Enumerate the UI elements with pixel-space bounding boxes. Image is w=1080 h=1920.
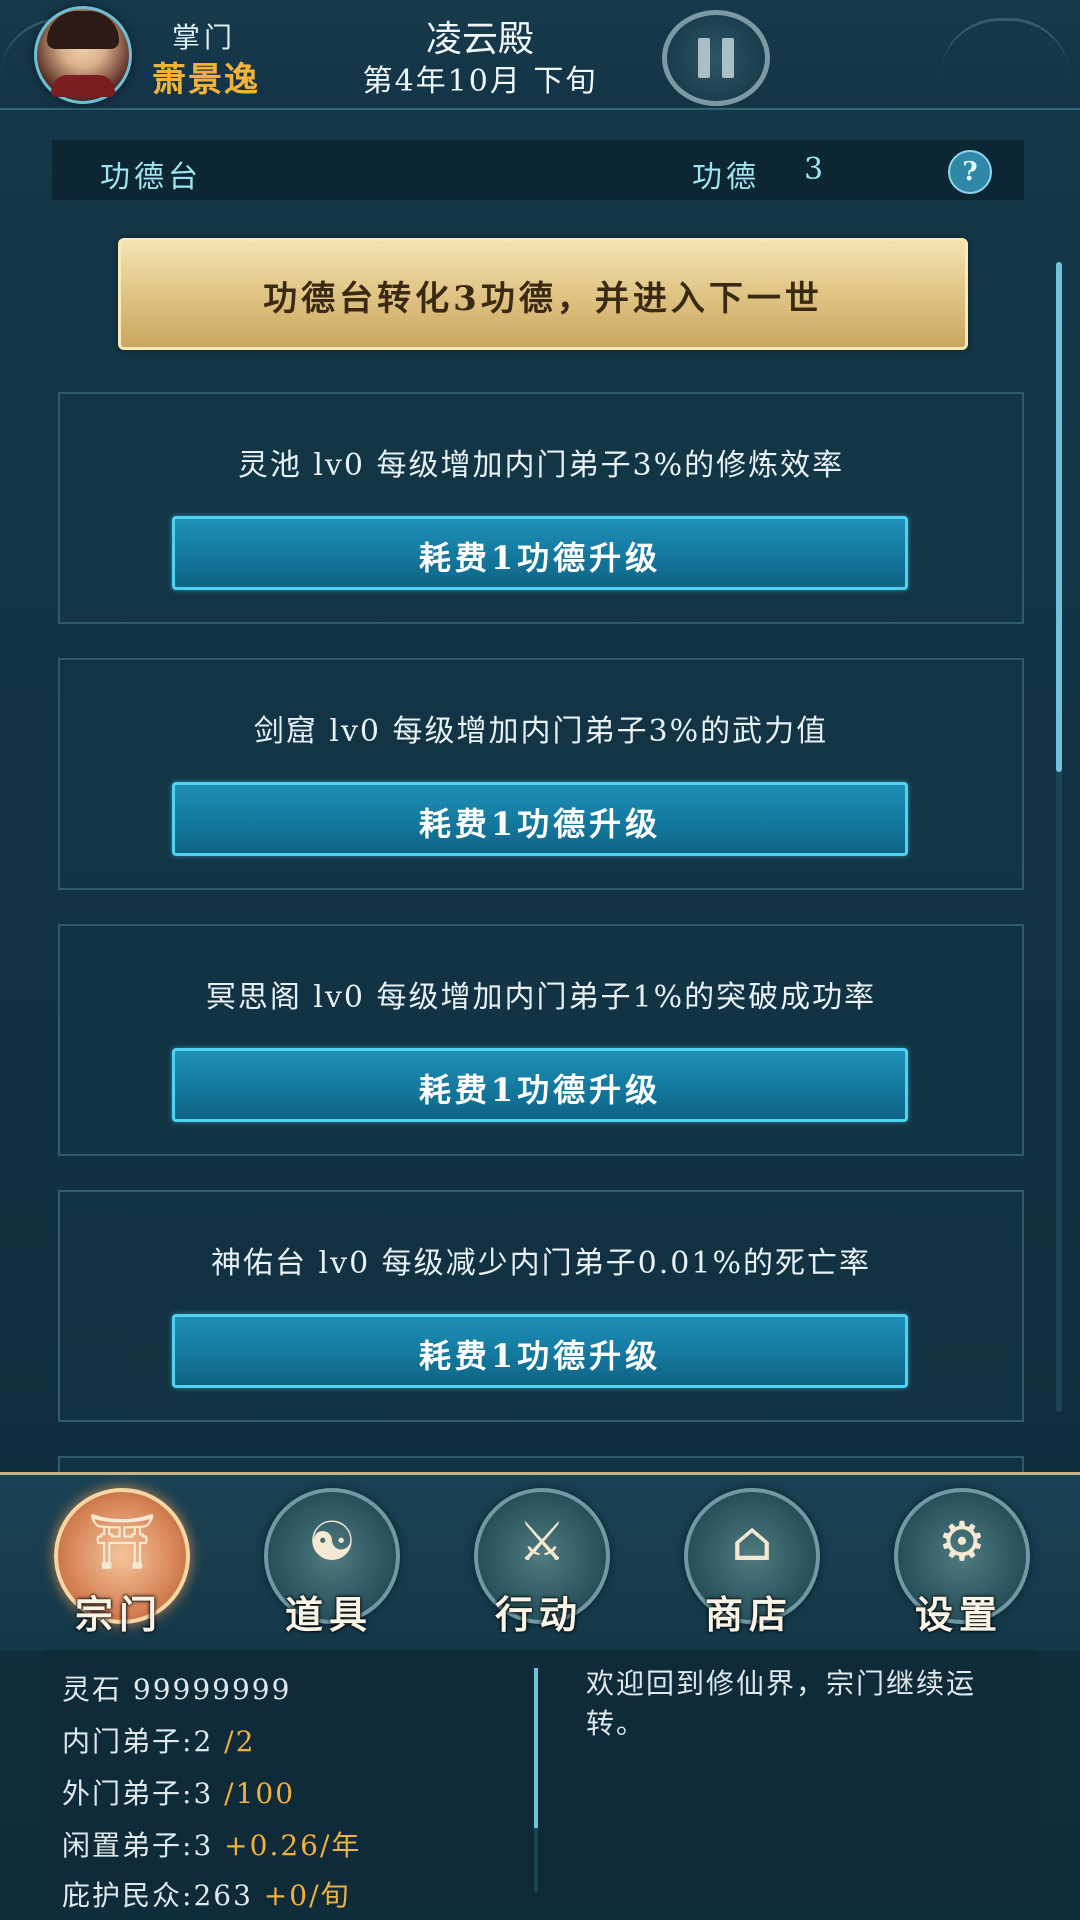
nav-settings[interactable]: ⚙ 设置 [884,1488,1034,1638]
building-card: 冥思阁 lv0 每级增加内门弟子1%的突破成功率 耗费1功德升级 [58,924,1024,1156]
upgrade-label: 耗费1功德升级 [418,1071,662,1109]
building-description: 剑窟 lv0 每级增加内门弟子3%的武力值 [253,714,829,749]
nav-actions-label: 行动 [494,1592,583,1637]
log-scrollbar[interactable] [534,1668,538,1828]
merit-value: 3 [804,152,824,187]
upgrade-label: 耗费1功德升级 [418,539,662,577]
building-description: 冥思阁 lv0 每级增加内门弟子1%的突破成功率 [205,980,877,1015]
help-icon[interactable]: ? [948,150,992,194]
merit-label: 功德 [692,160,760,195]
convert-merit-button[interactable]: 功德台转化3功德，并进入下一世 [118,238,968,350]
inner-disciples-stat: 内门弟子:2 /2 [62,1725,256,1758]
nav-items[interactable]: ☯ 道具 [254,1488,404,1638]
building-card: 剑窟 lv0 每级增加内门弟子3%的武力值 耗费1功德升级 [58,658,1024,890]
merit-header: 功德台 功德 3 ? [52,140,1024,200]
building-description: 神佑台 lv0 每级减少内门弟子0.01%的死亡率 [210,1246,871,1281]
status-panel: 灵石 99999999 内门弟子:2 /2 外门弟子:3 /100 闲置弟子:3… [40,1650,1040,1912]
top-bar: 掌门 萧景逸 凌云殿 第4年10月 下旬 [0,0,1080,110]
nav-sect[interactable]: ⛩ 宗门 [44,1488,194,1638]
idle-disciples-stat: 闲置弟子:3 +0.26/年 [62,1829,362,1862]
nav-items-label: 道具 [284,1592,373,1637]
building-card: 灵池 lv0 每级增加内门弟子3%的修炼效率 耗费1功德升级 [58,392,1024,624]
upgrade-label: 耗费1功德升级 [418,1337,662,1375]
upgrade-button[interactable]: 耗费1功德升级 [172,1048,908,1122]
upgrade-button[interactable]: 耗费1功德升级 [172,782,908,856]
game-date: 第4年10月 下旬 [362,64,598,99]
upgrade-button[interactable]: 耗费1功德升级 [172,516,908,590]
outer-disciples-stat: 外门弟子:3 /100 [62,1777,296,1810]
building-card: 神佑台 lv0 每级减少内门弟子0.01%的死亡率 耗费1功德升级 [58,1190,1024,1422]
pause-icon [698,38,710,78]
pause-button[interactable] [662,10,770,106]
nav-settings-label: 设置 [914,1592,1003,1637]
upgrade-label: 耗费1功德升级 [418,805,662,843]
message-log: 欢迎回到修仙界，宗门继续运转。 [586,1667,977,1740]
upgrade-button[interactable]: 耗费1功德升级 [172,1314,908,1388]
spirit-stone-stat: 灵石 99999999 [62,1673,292,1706]
page-title: 功德台 [100,160,202,195]
nav-shop-label: 商店 [704,1592,793,1637]
nav-sect-label: 宗门 [74,1592,163,1637]
scrollbar-thumb[interactable] [1056,262,1062,772]
sect-name: 凌云殿 [425,19,534,60]
nav-actions[interactable]: ⚔ 行动 [464,1488,614,1638]
building-description: 灵池 lv0 每级增加内门弟子3%的修炼效率 [237,448,845,483]
scrollbar[interactable] [1056,262,1062,1412]
convert-merit-label: 功德台转化3功德，并进入下一世 [263,279,823,319]
nav-shop[interactable]: ⌂ 商店 [674,1488,824,1638]
protected-people-stat: 庇护民众:263 +0/旬 [62,1879,351,1912]
